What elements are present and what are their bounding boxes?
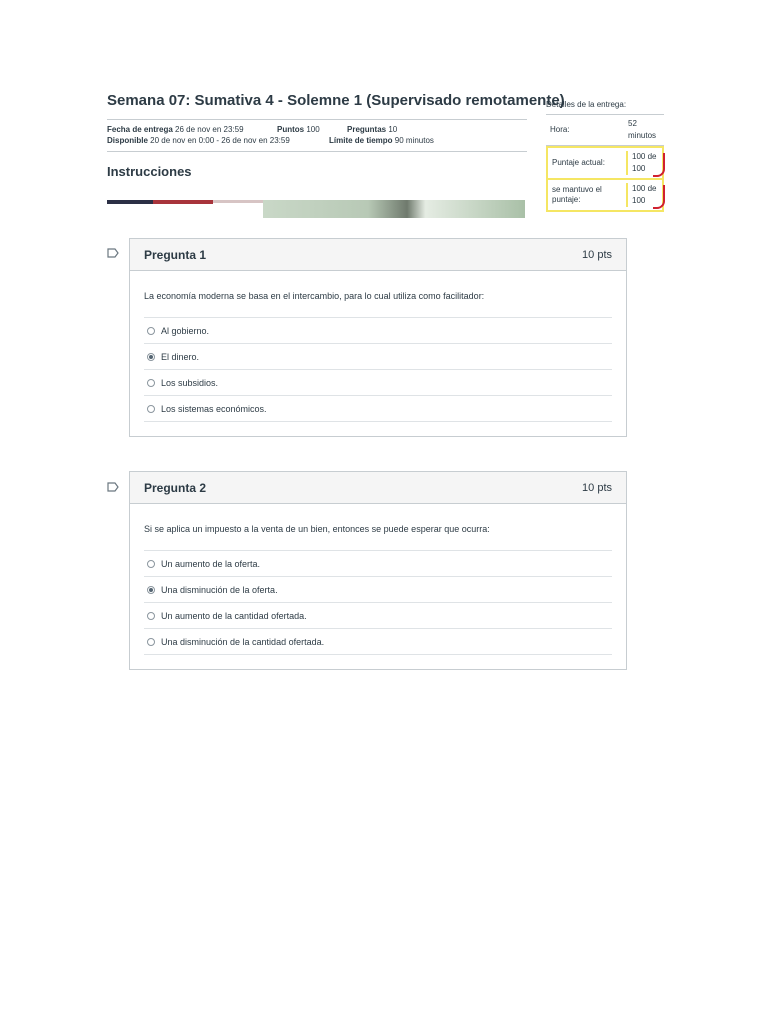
answer-option[interactable]: Un aumento de la oferta. bbox=[144, 550, 612, 576]
answer-label: Un aumento de la cantidad ofertada. bbox=[161, 610, 307, 621]
available-label: Disponible bbox=[107, 136, 148, 145]
points-value: 100 bbox=[306, 125, 320, 134]
due-value: 26 de nov en 23:59 bbox=[175, 125, 244, 134]
question-1: Pregunta 1 10 pts La economía moderna se… bbox=[129, 238, 627, 437]
answer-label: El dinero. bbox=[161, 351, 200, 362]
answer-option[interactable]: Los sistemas económicos. bbox=[144, 395, 612, 422]
answer-label: Una disminución de la oferta. bbox=[161, 584, 278, 595]
radio-button-icon[interactable] bbox=[147, 611, 155, 620]
score-row: Puntaje actual: 100 de 100 bbox=[548, 148, 665, 180]
answer-label: Los sistemas económicos. bbox=[161, 403, 267, 414]
questions-label: Preguntas bbox=[347, 125, 387, 134]
answer-label: Los subsidios. bbox=[161, 377, 219, 388]
quiz-meta: Fecha de entrega 26 de nov en 23:59 Punt… bbox=[107, 119, 527, 152]
answer-label: Al gobierno. bbox=[161, 325, 210, 336]
question-title: Pregunta 2 bbox=[144, 480, 207, 495]
questions-value: 10 bbox=[388, 125, 398, 134]
answer-option[interactable]: El dinero. bbox=[144, 343, 612, 369]
score-highlight-box: Puntaje actual: 100 de 100 se mantuvo el… bbox=[546, 146, 665, 212]
radio-button-icon[interactable] bbox=[147, 404, 155, 413]
time-limit-value: 90 minutos bbox=[394, 136, 434, 145]
radio-button-icon[interactable] bbox=[147, 637, 155, 646]
due-label: Fecha de entrega bbox=[107, 125, 173, 134]
question-text: La economía moderna se basa en el interc… bbox=[144, 291, 485, 301]
red-pen-mark bbox=[653, 153, 665, 177]
question-title: Pregunta 1 bbox=[144, 247, 207, 262]
time-limit-label: Límite de tiempo bbox=[329, 136, 393, 145]
radio-button-icon[interactable] bbox=[147, 585, 155, 594]
time-value: 52 minutos bbox=[628, 119, 657, 140]
question-points: 10 pts bbox=[582, 248, 612, 261]
quiz-header: Semana 07: Sumativa 4 - Solemne 1 (Super… bbox=[107, 92, 565, 179]
radio-button-icon[interactable] bbox=[147, 378, 155, 387]
kept-score-row: se mantuvo el puntaje: 100 de 100 bbox=[548, 180, 665, 210]
answer-option[interactable]: Una disminución de la cantidad ofertada. bbox=[144, 628, 612, 655]
flag-outline-icon[interactable] bbox=[107, 482, 119, 492]
instructions-banner-image bbox=[107, 200, 525, 218]
kept-score-label: se mantuvo el puntaje: bbox=[552, 185, 602, 204]
question-header: Pregunta 2 10 pts bbox=[130, 472, 626, 504]
answer-option[interactable]: Una disminución de la oferta. bbox=[144, 576, 612, 602]
question-header: Pregunta 1 10 pts bbox=[130, 239, 626, 271]
available-value: 20 de nov en 0:00 - 26 de nov en 23:59 bbox=[150, 136, 290, 145]
flag-outline-icon[interactable] bbox=[107, 248, 119, 258]
answer-label: Un aumento de la oferta. bbox=[161, 558, 261, 569]
question-points: 10 pts bbox=[582, 481, 612, 494]
radio-button-icon[interactable] bbox=[147, 326, 155, 335]
time-row: Hora: 52 minutos bbox=[546, 115, 664, 146]
answer-option[interactable]: Los subsidios. bbox=[144, 369, 612, 395]
quiz-title: Semana 07: Sumativa 4 - Solemne 1 (Super… bbox=[107, 92, 565, 109]
answer-option[interactable]: Un aumento de la cantidad ofertada. bbox=[144, 602, 612, 628]
red-pen-mark bbox=[653, 185, 665, 209]
instructions-heading: Instrucciones bbox=[107, 164, 192, 179]
question-2: Pregunta 2 10 pts Si se aplica un impues… bbox=[129, 471, 627, 670]
question-text: Si se aplica un impuesto a la venta de u… bbox=[144, 524, 490, 534]
time-label: Hora: bbox=[550, 125, 570, 134]
details-title: Detalles de la entrega: bbox=[546, 100, 664, 115]
answer-label: Una disminución de la cantidad ofertada. bbox=[161, 636, 325, 647]
submission-details: Detalles de la entrega: Hora: 52 minutos… bbox=[546, 100, 665, 212]
answer-option[interactable]: Al gobierno. bbox=[144, 317, 612, 343]
points-label: Puntos bbox=[277, 125, 305, 134]
score-label: Puntaje actual: bbox=[552, 158, 605, 167]
radio-button-icon[interactable] bbox=[147, 352, 155, 361]
radio-button-icon[interactable] bbox=[147, 559, 155, 568]
